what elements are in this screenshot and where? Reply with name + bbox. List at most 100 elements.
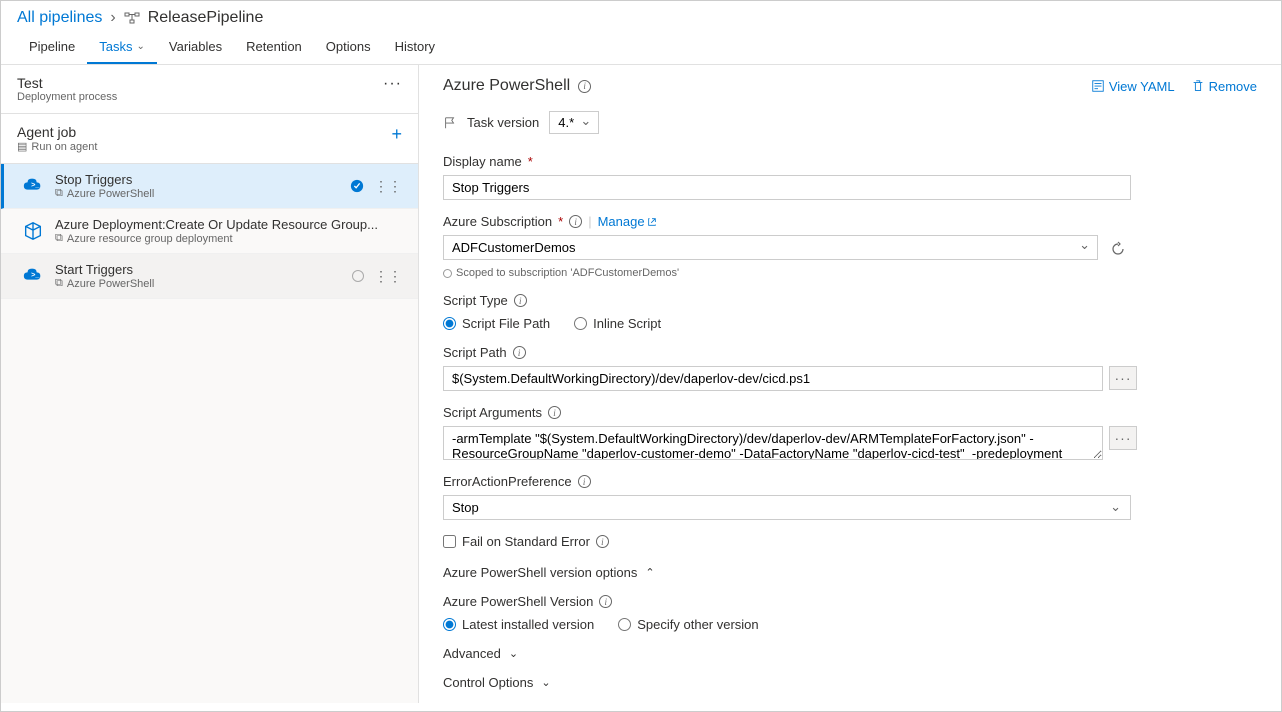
- task-sub-text: Azure PowerShell: [67, 278, 154, 290]
- section-title: Azure PowerShell version options: [443, 565, 637, 580]
- manage-link-text: Manage: [598, 214, 645, 229]
- version-specify-radio[interactable]: Specify other version: [618, 617, 758, 632]
- info-icon[interactable]: i: [513, 346, 526, 359]
- info-icon[interactable]: i: [569, 215, 582, 228]
- task-item-stop-triggers[interactable]: >_ Stop Triggers ⧉ Azure PowerShell ⋮⋮: [1, 164, 418, 209]
- drag-handle-icon[interactable]: ⋮⋮: [374, 183, 402, 190]
- script-path-input[interactable]: [443, 366, 1103, 391]
- chevron-right-icon: ›: [110, 9, 115, 27]
- control-options-section[interactable]: Control Options ⌄: [443, 675, 1257, 690]
- remove-label: Remove: [1209, 79, 1257, 94]
- version-options-section[interactable]: Azure PowerShell version options ⌃: [443, 565, 1257, 580]
- section-title: Advanced: [443, 646, 501, 661]
- view-yaml-button[interactable]: View YAML: [1091, 79, 1175, 94]
- external-link-icon: [647, 217, 657, 227]
- script-type-file-radio[interactable]: Script File Path: [443, 316, 550, 331]
- task-version-select[interactable]: 4.*: [549, 111, 599, 134]
- advanced-section[interactable]: Advanced ⌄: [443, 646, 1257, 661]
- stage-sub: Deployment process: [17, 91, 117, 103]
- tab-tasks-label: Tasks: [99, 39, 132, 54]
- svg-text:>_: >_: [31, 270, 40, 279]
- breadcrumb-parent[interactable]: All pipelines: [17, 9, 102, 27]
- radio-label: Script File Path: [462, 316, 550, 331]
- panel-title-text: Azure PowerShell: [443, 77, 570, 95]
- tab-pipeline[interactable]: Pipeline: [17, 31, 87, 64]
- info-icon[interactable]: i: [578, 475, 591, 488]
- job-sub-text: Run on agent: [31, 141, 97, 153]
- more-button[interactable]: ···: [383, 75, 402, 93]
- display-name-input[interactable]: [443, 175, 1131, 200]
- ps-version-label: Azure PowerShell Version i: [443, 594, 1257, 609]
- info-icon[interactable]: i: [599, 595, 612, 608]
- resource-group-icon: [21, 219, 45, 243]
- pipeline-icon: [124, 10, 140, 26]
- info-icon[interactable]: i: [548, 406, 561, 419]
- stage-header[interactable]: Test Deployment process ···: [1, 65, 418, 114]
- error-action-select[interactable]: Stop: [443, 495, 1131, 520]
- refresh-button[interactable]: [1104, 235, 1132, 263]
- powershell-cloud-icon: >_: [21, 264, 45, 288]
- job-name: Agent job: [17, 124, 97, 140]
- task-radio[interactable]: [352, 270, 364, 282]
- breadcrumb: All pipelines › ReleasePipeline: [1, 1, 1281, 31]
- error-action-label: ErrorActionPreference i: [443, 474, 1257, 489]
- tab-variables[interactable]: Variables: [157, 31, 234, 64]
- task-version-label: Task version: [467, 115, 539, 130]
- task-name: Stop Triggers: [55, 172, 340, 187]
- info-icon[interactable]: i: [514, 294, 527, 307]
- view-yaml-label: View YAML: [1109, 79, 1175, 94]
- link-icon: ⧉: [55, 277, 63, 290]
- link-icon: ⧉: [55, 187, 63, 200]
- script-args-input[interactable]: [443, 426, 1103, 460]
- task-sub: ⧉ Azure PowerShell: [55, 277, 342, 290]
- radio-label: Specify other version: [637, 617, 758, 632]
- panel-title: Azure PowerShell i: [443, 77, 591, 95]
- script-type-inline-radio[interactable]: Inline Script: [574, 316, 661, 331]
- remove-button[interactable]: Remove: [1191, 79, 1257, 94]
- tab-retention[interactable]: Retention: [234, 31, 314, 64]
- task-sub-text: Azure PowerShell: [67, 188, 154, 200]
- task-settings-pane: Azure PowerShell i View YAML Remove Task…: [419, 65, 1281, 703]
- browse-button[interactable]: ···: [1109, 366, 1137, 390]
- subscription-label: Azure Subscription* i | Manage: [443, 214, 1257, 229]
- page-title: ReleasePipeline: [148, 9, 264, 27]
- script-type-label: Script Type i: [443, 293, 1257, 308]
- drag-handle-icon[interactable]: ⋮⋮: [374, 273, 402, 280]
- task-item-azure-deployment[interactable]: Azure Deployment:Create Or Update Resour…: [1, 209, 418, 254]
- scoped-text: Scoped to subscription 'ADFCustomerDemos…: [443, 267, 1257, 279]
- task-item-start-triggers[interactable]: >_ Start Triggers ⧉ Azure PowerShell ⋮⋮: [1, 254, 418, 299]
- info-icon[interactable]: i: [596, 535, 609, 548]
- display-name-label: Display name*: [443, 154, 1257, 169]
- tab-tasks[interactable]: Tasks ⌄: [87, 31, 157, 64]
- link-icon: ▤: [17, 140, 27, 153]
- subscription-select[interactable]: ADFCustomerDemos: [443, 235, 1098, 260]
- task-sub: ⧉ Azure resource group deployment: [55, 232, 402, 245]
- version-latest-radio[interactable]: Latest installed version: [443, 617, 594, 632]
- tab-history[interactable]: History: [383, 31, 447, 64]
- svg-text:>_: >_: [31, 180, 40, 189]
- manage-link[interactable]: Manage: [598, 214, 657, 229]
- add-task-button[interactable]: +: [391, 124, 402, 145]
- chevron-down-icon: ⌄: [541, 676, 550, 689]
- task-name: Azure Deployment:Create Or Update Resour…: [55, 217, 402, 232]
- radio-label: Inline Script: [593, 316, 661, 331]
- tab-options[interactable]: Options: [314, 31, 383, 64]
- radio-label: Latest installed version: [462, 617, 594, 632]
- script-args-label: Script Arguments i: [443, 405, 1257, 420]
- fail-on-stderr-checkbox[interactable]: Fail on Standard Error i: [443, 534, 1257, 549]
- info-icon[interactable]: i: [578, 80, 591, 93]
- refresh-icon: [1110, 241, 1126, 257]
- section-title: Control Options: [443, 675, 533, 690]
- flag-icon: [443, 116, 457, 130]
- task-list-pane: Test Deployment process ··· Agent job ▤ …: [1, 65, 419, 703]
- check-icon: [350, 179, 364, 193]
- job-sub: ▤ Run on agent: [17, 140, 97, 153]
- yaml-icon: [1091, 79, 1105, 93]
- script-path-label: Script Path i: [443, 345, 1257, 360]
- browse-button[interactable]: ···: [1109, 426, 1137, 450]
- stage-name: Test: [17, 75, 117, 91]
- chevron-up-icon: ⌃: [645, 566, 654, 579]
- task-sub-text: Azure resource group deployment: [67, 233, 233, 245]
- task-sub: ⧉ Azure PowerShell: [55, 187, 340, 200]
- job-header[interactable]: Agent job ▤ Run on agent +: [1, 114, 418, 164]
